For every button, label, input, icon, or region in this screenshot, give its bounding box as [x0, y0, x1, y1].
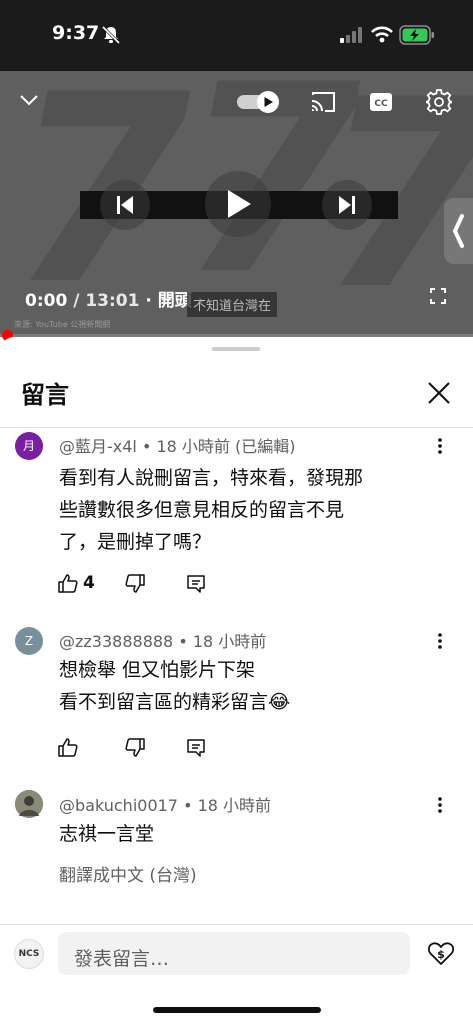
bell-off-icon	[101, 25, 121, 49]
more-vert-icon[interactable]	[437, 796, 443, 818]
next-button[interactable]	[322, 180, 372, 230]
total-time: 13:01	[85, 291, 140, 311]
wifi-icon	[371, 26, 393, 47]
avatar[interactable]: Z	[15, 627, 43, 655]
comment-input-placeholder[interactable]: 發表留言…	[74, 944, 169, 971]
video-source-text: 來源: YouTube 公視新聞網	[14, 320, 111, 329]
reply-icon[interactable]	[186, 738, 206, 762]
divider	[0, 924, 473, 925]
super-thanks-icon[interactable]: $	[427, 940, 455, 970]
battery-icon	[399, 25, 435, 49]
fullscreen-icon[interactable]	[430, 288, 446, 308]
comment-text: 想檢舉 但又怕影片下架 看不到留言區的精彩留言😂	[59, 659, 291, 713]
avatar[interactable]: 月	[15, 432, 43, 460]
gear-icon[interactable]	[425, 89, 453, 119]
current-time: 0:00	[25, 291, 68, 311]
avatar[interactable]	[15, 790, 43, 818]
captions-icon[interactable]: CC	[369, 91, 393, 117]
thumbs-up-icon[interactable]	[58, 573, 78, 597]
cast-icon[interactable]	[310, 90, 336, 118]
status-time: 9:37	[52, 22, 100, 44]
panel-title: 留言	[21, 381, 69, 409]
play-button[interactable]	[205, 171, 271, 237]
comment-author-meta[interactable]: @藍月-x4l • 18 小時前 (已編輯)	[59, 433, 296, 457]
divider	[0, 427, 473, 428]
more-vert-icon[interactable]	[437, 632, 443, 654]
video-overlay-caption: 不知道台灣在	[187, 292, 278, 317]
svg-text:$: $	[437, 948, 445, 961]
comment-author-meta[interactable]: @bakuchi0017 • 18 小時前	[59, 792, 271, 816]
like-count: 4	[83, 573, 95, 593]
svg-text:CC: CC	[374, 99, 388, 109]
thumbs-up-icon[interactable]	[58, 737, 78, 761]
chevron-down-icon[interactable]	[18, 92, 40, 112]
time-display: 0:00 / 13:01 · 開頭 ›	[25, 286, 205, 311]
autoplay-toggle[interactable]	[237, 91, 281, 113]
reply-icon[interactable]	[186, 574, 206, 598]
comment-text: 志祺一言堂	[59, 823, 155, 845]
previous-button[interactable]	[100, 180, 150, 230]
more-vert-icon[interactable]	[437, 437, 443, 459]
translate-link[interactable]: 翻譯成中文 (台灣)	[59, 861, 197, 886]
thumbs-down-icon[interactable]	[125, 738, 145, 762]
thumbs-down-icon[interactable]	[125, 574, 145, 598]
user-avatar: NCS	[14, 939, 44, 969]
drag-handle[interactable]	[212, 347, 260, 351]
comment-author-meta[interactable]: @zz33888888 • 18 小時前	[59, 628, 266, 652]
signal-icon	[340, 27, 364, 47]
home-indicator	[153, 1007, 321, 1013]
close-icon[interactable]	[427, 381, 451, 409]
side-panel-handle[interactable]	[444, 198, 473, 264]
comment-text: 看到有人說刪留言，特來看，發現那 些讚數很多但意見相反的留言不見 了，是刪掉了嗎…	[59, 467, 364, 553]
